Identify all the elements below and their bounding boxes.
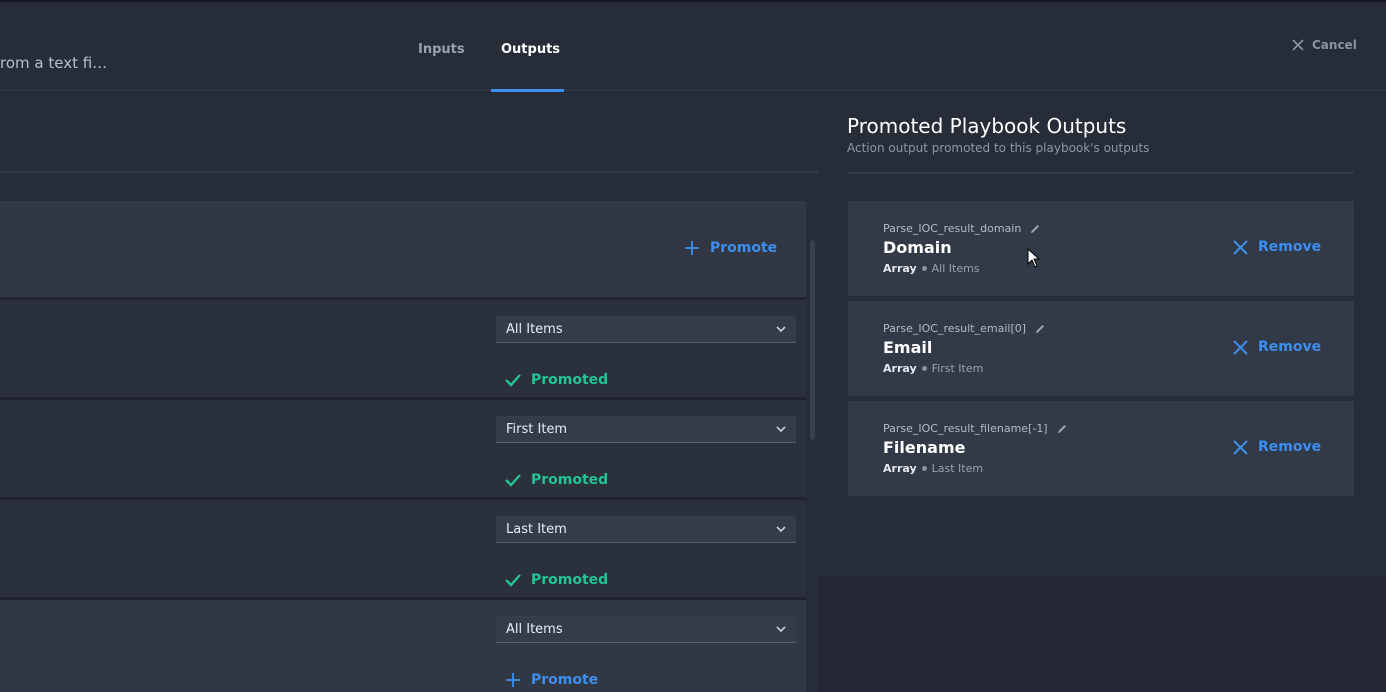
- output-path: Parse_IOC_result_filename[-1]: [883, 422, 1068, 435]
- remove-label: Remove: [1258, 439, 1322, 455]
- page-title: rom a text fi…: [0, 54, 108, 72]
- output-type: Array: [883, 262, 917, 275]
- output-selection: Last Item: [931, 462, 984, 475]
- dropdown-value: All Items: [506, 621, 563, 637]
- output-meta: Array Last Item: [883, 462, 983, 475]
- output-meta: Array All Items: [883, 262, 980, 275]
- cancel-button[interactable]: Cancel: [1292, 38, 1357, 52]
- output-type: Array: [883, 462, 917, 475]
- output-path-text: Parse_IOC_result_domain: [883, 222, 1022, 235]
- promoted-output-card: Parse_IOC_result_filename[-1] Filename A…: [848, 401, 1354, 496]
- output-name: Domain: [883, 238, 952, 257]
- output-name: Email: [883, 338, 933, 357]
- close-icon: [1233, 339, 1248, 355]
- chevron-down-icon: [776, 426, 786, 433]
- chevron-down-icon: [776, 526, 786, 533]
- remove-label: Remove: [1258, 239, 1322, 255]
- output-path-text: Parse_IOC_result_filename[-1]: [883, 422, 1048, 435]
- pencil-icon[interactable]: [1034, 323, 1046, 335]
- promoted-output-card: Parse_IOC_result_email[0] Email Array Fi…: [848, 301, 1354, 396]
- cursor-icon: [1027, 248, 1041, 268]
- promote-label: Promote: [710, 240, 778, 256]
- remove-button[interactable]: Remove: [1233, 339, 1321, 355]
- promoted-status: Promoted: [505, 472, 608, 488]
- output-row: [0, 600, 806, 692]
- promoted-status: Promoted: [505, 372, 608, 388]
- item-selection-dropdown[interactable]: All Items: [496, 616, 796, 643]
- output-path: Parse_IOC_result_email[0]: [883, 322, 1046, 335]
- promoted-status: Promoted: [505, 572, 608, 588]
- dropdown-value: Last Item: [506, 521, 567, 537]
- promoted-label: Promoted: [531, 572, 609, 588]
- close-icon: [1233, 439, 1248, 455]
- promoted-label: Promoted: [531, 372, 609, 388]
- promoted-label: Promoted: [531, 472, 609, 488]
- output-row: [0, 400, 806, 497]
- separator-dot: [921, 266, 927, 271]
- separator-dot: [921, 366, 927, 371]
- check-icon: [505, 474, 521, 487]
- output-selection: All Items: [931, 262, 980, 275]
- remove-button[interactable]: Remove: [1233, 439, 1321, 455]
- cancel-label: Cancel: [1312, 38, 1357, 52]
- dropdown-value: All Items: [506, 321, 563, 337]
- dropdown-value: First Item: [506, 421, 568, 437]
- panel-subtitle: Action output promoted to this playbook'…: [847, 141, 1150, 155]
- output-row: [0, 300, 806, 397]
- pencil-icon[interactable]: [1029, 223, 1041, 235]
- promote-button[interactable]: Promote: [684, 240, 777, 256]
- close-icon: [1233, 239, 1248, 255]
- tab-inputs[interactable]: Inputs: [418, 42, 465, 57]
- scrollbar[interactable]: [810, 240, 815, 440]
- promoted-output-card: Parse_IOC_result_domain Domain Array All…: [848, 201, 1354, 296]
- item-selection-dropdown[interactable]: All Items: [496, 316, 796, 343]
- divider: [847, 172, 1354, 174]
- chevron-down-icon: [776, 626, 786, 633]
- remove-label: Remove: [1258, 339, 1322, 355]
- panel-title: Promoted Playbook Outputs: [847, 114, 1127, 138]
- header-bar: rom a text fi… Inputs Outputs Cancel: [0, 2, 1386, 92]
- promote-button[interactable]: Promote: [505, 672, 598, 688]
- plus-icon: [685, 241, 699, 255]
- output-selection: First Item: [931, 362, 984, 375]
- panel-footer-area: [818, 577, 1386, 692]
- active-tab-indicator: [491, 89, 564, 92]
- promote-label: Promote: [531, 672, 599, 688]
- item-selection-dropdown[interactable]: Last Item: [496, 516, 796, 543]
- pencil-icon[interactable]: [1056, 423, 1068, 435]
- plus-icon: [506, 673, 520, 687]
- divider: [0, 171, 818, 173]
- playbook-output-editor: rom a text fi… Inputs Outputs Cancel Pro…: [0, 0, 1386, 692]
- tab-outputs[interactable]: Outputs: [501, 42, 560, 57]
- close-icon: [1292, 39, 1304, 51]
- output-meta: Array First Item: [883, 362, 983, 375]
- chevron-down-icon: [776, 326, 786, 333]
- output-path: Parse_IOC_result_domain: [883, 222, 1041, 235]
- output-path-text: Parse_IOC_result_email[0]: [883, 322, 1027, 335]
- output-name: Filename: [883, 438, 966, 457]
- remove-button[interactable]: Remove: [1233, 239, 1321, 255]
- check-icon: [505, 574, 521, 587]
- output-row: [0, 500, 806, 597]
- separator-dot: [921, 466, 927, 471]
- check-icon: [505, 374, 521, 387]
- item-selection-dropdown[interactable]: First Item: [496, 416, 796, 443]
- output-type: Array: [883, 362, 917, 375]
